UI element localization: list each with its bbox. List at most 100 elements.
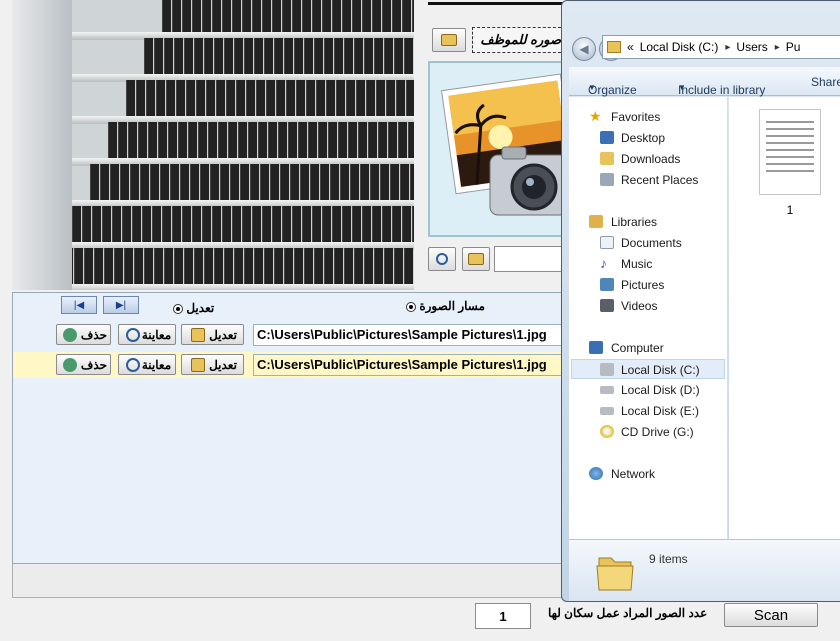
chevron-right-icon: ▸ (774, 41, 780, 53)
preview-button[interactable]: معاينة (118, 354, 176, 375)
open-folder-icon (441, 34, 457, 46)
image-path-cell[interactable]: C:\Users\Public\Pictures\Sample Pictures… (253, 354, 565, 376)
nav-label: Videos (621, 299, 658, 313)
nav-label: Recent Places (621, 173, 699, 187)
nav-label: Music (621, 257, 653, 271)
item-count: 9 items (649, 552, 688, 566)
nav-network[interactable]: Network (569, 464, 728, 484)
archive-shelves-image (12, 0, 414, 290)
last-record-button[interactable]: ▶| (103, 296, 139, 314)
chevron-down-icon: ▼ (588, 83, 596, 92)
edit-button[interactable]: تعديل (181, 324, 244, 345)
chevron-down-icon: ▼ (678, 83, 686, 92)
breadcrumb-public[interactable]: Pu (786, 40, 801, 54)
nav-videos[interactable]: Videos (569, 296, 728, 316)
zoom-button[interactable] (428, 247, 456, 271)
command-bar: Organize ▼ Include in library ▼ Share (569, 67, 840, 97)
back-arrow-icon: ◀ (579, 42, 589, 56)
radio-icon (406, 301, 416, 312)
photo-camera-icon (440, 73, 564, 216)
nav-label: Local Disk (C:) (621, 363, 700, 377)
path-radio[interactable]: مسار الصورة (406, 299, 485, 313)
scan-count-input[interactable]: 1 (475, 603, 531, 629)
nav-downloads[interactable]: Downloads (569, 149, 728, 169)
preview-label: معاينة (141, 327, 172, 342)
nav-cd-drive-g[interactable]: CD Drive (G:) (569, 422, 728, 442)
first-record-button[interactable]: |◀ (61, 296, 97, 314)
table-row: حذف معاينة تعديل C:\Users\Public\Picture… (13, 322, 565, 348)
open-folder-icon (468, 253, 484, 265)
desktop-icon (600, 131, 614, 144)
first-icon: |◀ (73, 299, 85, 311)
share-button[interactable]: Share (811, 75, 840, 89)
details-pane: 9 items (569, 539, 840, 601)
nav-desktop[interactable]: Desktop (569, 128, 728, 148)
cd-drive-icon (600, 425, 614, 438)
videos-icon (600, 299, 614, 312)
browse-button[interactable] (462, 247, 490, 271)
nav-pictures[interactable]: Pictures (569, 275, 728, 295)
nav-music[interactable]: ♪ Music (569, 254, 728, 274)
address-overflow[interactable]: « (627, 40, 634, 54)
nav-label: Local Disk (E:) (621, 404, 700, 418)
nav-local-disk-e[interactable]: Local Disk (E:) (569, 401, 728, 421)
libraries-icon (589, 215, 603, 228)
include-in-library-label: Include in library (678, 83, 766, 97)
nav-libraries[interactable]: Libraries (569, 212, 728, 232)
nav-label: Pictures (621, 278, 665, 292)
network-icon (589, 467, 603, 480)
file-name[interactable]: 1 (759, 203, 821, 217)
breadcrumb-users[interactable]: Users (736, 40, 767, 54)
image-path-input[interactable] (494, 246, 566, 272)
edit-button[interactable]: تعديل (181, 354, 244, 375)
scan-button[interactable]: Scan (724, 603, 818, 627)
preview-button[interactable]: معاينة (118, 324, 176, 345)
nav-documents[interactable]: Documents (569, 233, 728, 253)
folder-icon (191, 327, 206, 342)
folder-icon (191, 357, 206, 372)
top-divider (428, 2, 578, 5)
delete-button[interactable]: حذف (56, 354, 111, 375)
back-button[interactable]: ◀ (572, 37, 596, 61)
open-folder-button[interactable] (432, 28, 466, 52)
nav-label: Favorites (611, 110, 661, 124)
edit-label: تعديل (209, 357, 237, 372)
computer-icon (589, 341, 603, 354)
file-list: 1 (729, 97, 840, 539)
navigation-pane: ★ Favorites Desktop Downloads Recent Pla… (569, 97, 728, 539)
nav-label: Desktop (621, 131, 666, 145)
drive-icon (600, 386, 614, 394)
recycle-icon (62, 357, 77, 372)
edit-radio[interactable]: تعديل (173, 301, 214, 315)
folder-icon (595, 548, 635, 592)
nav-label: Libraries (611, 215, 658, 229)
address-bar[interactable]: « Local Disk (C:) ▸ Users ▸ Pu (602, 35, 840, 59)
magnifier-icon (436, 253, 448, 265)
drive-icon (600, 407, 614, 415)
nav-local-disk-d[interactable]: Local Disk (D:) (569, 380, 728, 400)
scan-count-label: عدد الصور المراد عمل سكان لها (548, 606, 708, 620)
pictures-icon (600, 278, 614, 291)
folder-icon (607, 41, 621, 53)
nav-favorites[interactable]: ★ Favorites (569, 107, 728, 127)
explorer-window: ◀ ▶ « Local Disk (C:) ▸ Users ▸ Pu Organ… (561, 0, 840, 602)
delete-button[interactable]: حذف (56, 324, 111, 345)
nav-label: Downloads (621, 152, 681, 166)
nav-computer[interactable]: Computer (569, 338, 728, 358)
downloads-icon (600, 152, 614, 165)
magnifier-icon (125, 327, 140, 342)
grid-footer (12, 564, 564, 598)
documents-icon (600, 236, 614, 249)
nav-label: Local Disk (D:) (621, 383, 700, 397)
star-icon: ★ (589, 108, 602, 124)
photo-preview (428, 61, 566, 237)
breadcrumb-local-disk[interactable]: Local Disk (C:) (640, 40, 719, 54)
nav-local-disk-c[interactable]: Local Disk (C:) (571, 359, 725, 379)
delete-label: حذف (80, 327, 108, 342)
nav-recent-places[interactable]: Recent Places (569, 170, 728, 190)
file-thumbnail[interactable] (759, 109, 821, 195)
image-path-cell[interactable]: C:\Users\Public\Pictures\Sample Pictures… (253, 324, 565, 346)
last-icon: ▶| (115, 299, 127, 311)
nav-label: CD Drive (G:) (621, 425, 694, 439)
recent-places-icon (600, 173, 614, 186)
